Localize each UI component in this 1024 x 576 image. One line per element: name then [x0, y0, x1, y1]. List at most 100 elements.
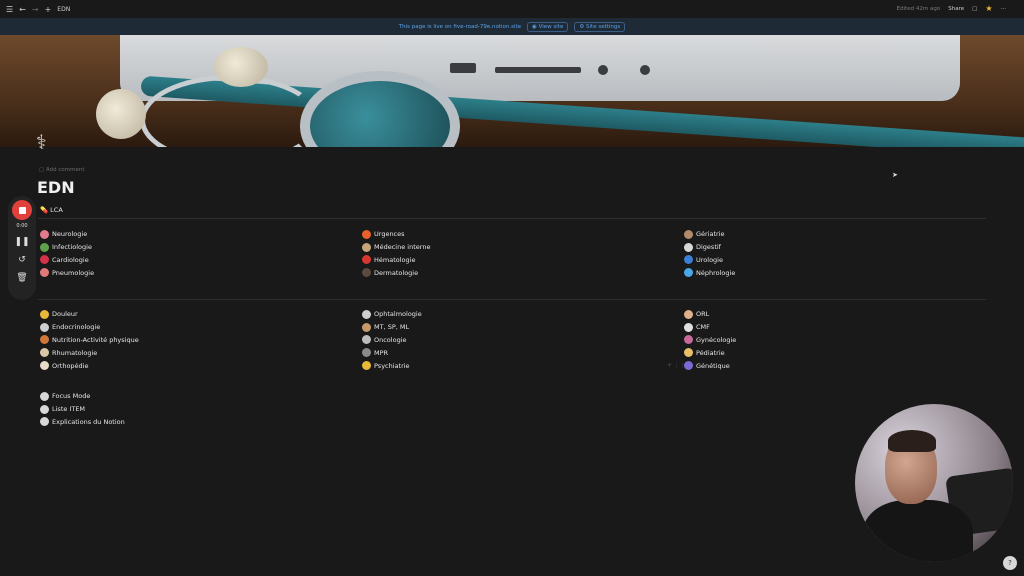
live-banner-text: This page is live on five-road-79e.notio… [398, 23, 522, 30]
bone-icon [40, 361, 49, 371]
arrow-left-icon[interactable]: ← [19, 5, 26, 14]
skin-icon [362, 268, 371, 278]
page-link-label: Urologie [696, 255, 723, 264]
page-link-oncologie[interactable]: Oncologie [362, 334, 422, 347]
cross-icon [362, 335, 371, 345]
elder-icon [684, 229, 693, 239]
microbe-icon [40, 242, 49, 252]
add-comment-button[interactable]: ▢ Add comment [39, 167, 84, 173]
star-icon[interactable]: ★ [985, 4, 992, 13]
webcam-bubble[interactable] [855, 404, 1013, 562]
page-link-mpr[interactable]: MPR [362, 346, 422, 359]
more-icon[interactable]: ⋯ [1001, 6, 1007, 12]
page-link-focus-mode[interactable]: Focus Mode [40, 390, 125, 403]
baby-icon [684, 348, 693, 358]
page-link-label: Nutrition-Activité physique [52, 335, 139, 344]
page-link-m-decine-interne[interactable]: Médecine interne [362, 241, 430, 254]
page-title[interactable]: EDN [37, 178, 75, 197]
page-link-ophtalmologie[interactable]: Ophtalmologie [362, 308, 422, 321]
trash-icon[interactable]: 🗑 [16, 273, 27, 283]
page-link-label: Néphrologie [696, 268, 736, 277]
page-link-infectiologie[interactable]: Infectiologie [40, 241, 94, 254]
page-link-psychiatrie[interactable]: Psychiatrie [362, 359, 422, 372]
page-link-label: MPR [374, 348, 389, 357]
page-link-label: Douleur [52, 310, 78, 319]
stethoscope-earpiece [96, 89, 146, 139]
page-link-endocrinologie[interactable]: Endocrinologie [40, 321, 139, 334]
page-link-cmf[interactable]: CMF [684, 321, 736, 334]
page-link-label: Orthopédie [52, 361, 89, 370]
share-button[interactable]: Share [948, 6, 964, 12]
page-link-gyn-cologie[interactable]: Gynécologie [684, 334, 736, 347]
person-torso [863, 500, 973, 562]
page-link-label: Endocrinologie [52, 323, 101, 332]
page-link-cardiologie[interactable]: Cardiologie [40, 254, 94, 267]
stop-record-button[interactable] [12, 200, 32, 220]
top-bar: ☰ ← → + EDN Edited 42m ago Share ▢ ★ ⋯ [0, 0, 1024, 18]
page-link-neurologie[interactable]: Neurologie [40, 228, 94, 241]
page-link-orthop-die[interactable]: Orthopédie [40, 359, 139, 372]
divider [38, 218, 986, 219]
page-link-urologie[interactable]: Urologie [684, 254, 735, 267]
drag-handle-icon[interactable]: + ⋮⋮ [667, 362, 686, 369]
building-icon [40, 417, 49, 427]
page-link-pneumologie[interactable]: Pneumologie [40, 266, 94, 279]
page-link-label: Pneumologie [52, 268, 95, 277]
plus-icon[interactable]: + [45, 5, 52, 14]
page-link-liste-item[interactable]: Liste ITEM [40, 403, 125, 416]
list-icon [40, 404, 49, 414]
page-link-digestif[interactable]: Digestif [684, 241, 735, 254]
add-comment-label: Add comment [45, 167, 85, 173]
brain-icon [40, 229, 49, 239]
page-link-mt-sp-ml[interactable]: MT, SP, ML [362, 321, 422, 334]
page-link-explications-du-notion[interactable]: Explications du Notion [40, 416, 125, 429]
page-link-label: Génétique [696, 361, 730, 370]
page-link-g-riatrie[interactable]: Gériatrie [684, 228, 735, 241]
pause-icon[interactable]: ❚❚ [14, 237, 29, 247]
page-link-h-matologie[interactable]: Hématologie [362, 254, 430, 267]
page-link-p-diatrie[interactable]: Pédiatrie [684, 346, 736, 359]
ball-icon [40, 335, 49, 345]
breadcrumb-page-title[interactable]: EDN [57, 6, 70, 13]
page-link-label: Gériatrie [696, 230, 725, 239]
comment-icon[interactable]: ▢ [972, 6, 977, 12]
page-stethoscope-icon[interactable]: ⚕ [36, 130, 72, 162]
page-link-nutrition-activit-physique[interactable]: Nutrition-Activité physique [40, 334, 139, 347]
view-site-label: View site [538, 23, 564, 30]
page-link-label: Pédiatrie [696, 348, 725, 357]
page-link-douleur[interactable]: Douleur [40, 308, 139, 321]
page-link-urgences[interactable]: Urgences [362, 228, 430, 241]
page-link-label: Médecine interne [374, 243, 431, 252]
stethoscope-earpiece [214, 47, 268, 87]
lca-link[interactable]: 💊 LCA [40, 206, 63, 214]
wheelchair-icon [362, 348, 371, 358]
lca-label: LCA [50, 206, 63, 214]
live-banner: This page is live on five-road-79e.notio… [0, 18, 1024, 35]
section2-col3: ORL CMF Gynécologie Pédiatrie Génétique [684, 308, 736, 372]
restart-icon[interactable]: ↺ [18, 255, 26, 265]
page-link-label: Infectiologie [52, 243, 92, 252]
menu-icon[interactable]: ☰ [6, 5, 13, 14]
wc-icon [684, 255, 693, 265]
page-link-orl[interactable]: ORL [684, 308, 736, 321]
page-link-rhumatologie[interactable]: Rhumatologie [40, 346, 139, 359]
eye-icon [362, 309, 371, 319]
section2-col1: Douleur Endocrinologie Nutrition-Activité … [40, 308, 139, 372]
person-icon [362, 322, 371, 332]
site-settings-button[interactable]: ⚙ Site settings [574, 21, 626, 32]
links-list: Focus Mode Liste ITEM Explications du Noti… [40, 390, 125, 428]
section1-col2: Urgences Médecine interne Hématologie Derma… [362, 228, 430, 279]
page-link-dermatologie[interactable]: Dermatologie [362, 266, 430, 279]
help-icon[interactable]: ? [1003, 556, 1017, 570]
view-site-button[interactable]: ◉ View site [527, 21, 569, 32]
person-hair [888, 430, 936, 452]
page-link-g-n-tique[interactable]: Génétique [684, 359, 736, 372]
face-icon [40, 309, 49, 319]
edited-timestamp: Edited 42m ago [896, 5, 941, 12]
arrow-right-icon[interactable]: → [32, 5, 39, 14]
page-link-label: Liste ITEM [52, 405, 86, 414]
page-link-n-phrologie[interactable]: Néphrologie [684, 266, 735, 279]
skull-icon [684, 322, 693, 332]
section1-col3: Gériatrie Digestif Urologie Néphrologie [684, 228, 735, 279]
record-time: 0:00 [16, 223, 28, 229]
